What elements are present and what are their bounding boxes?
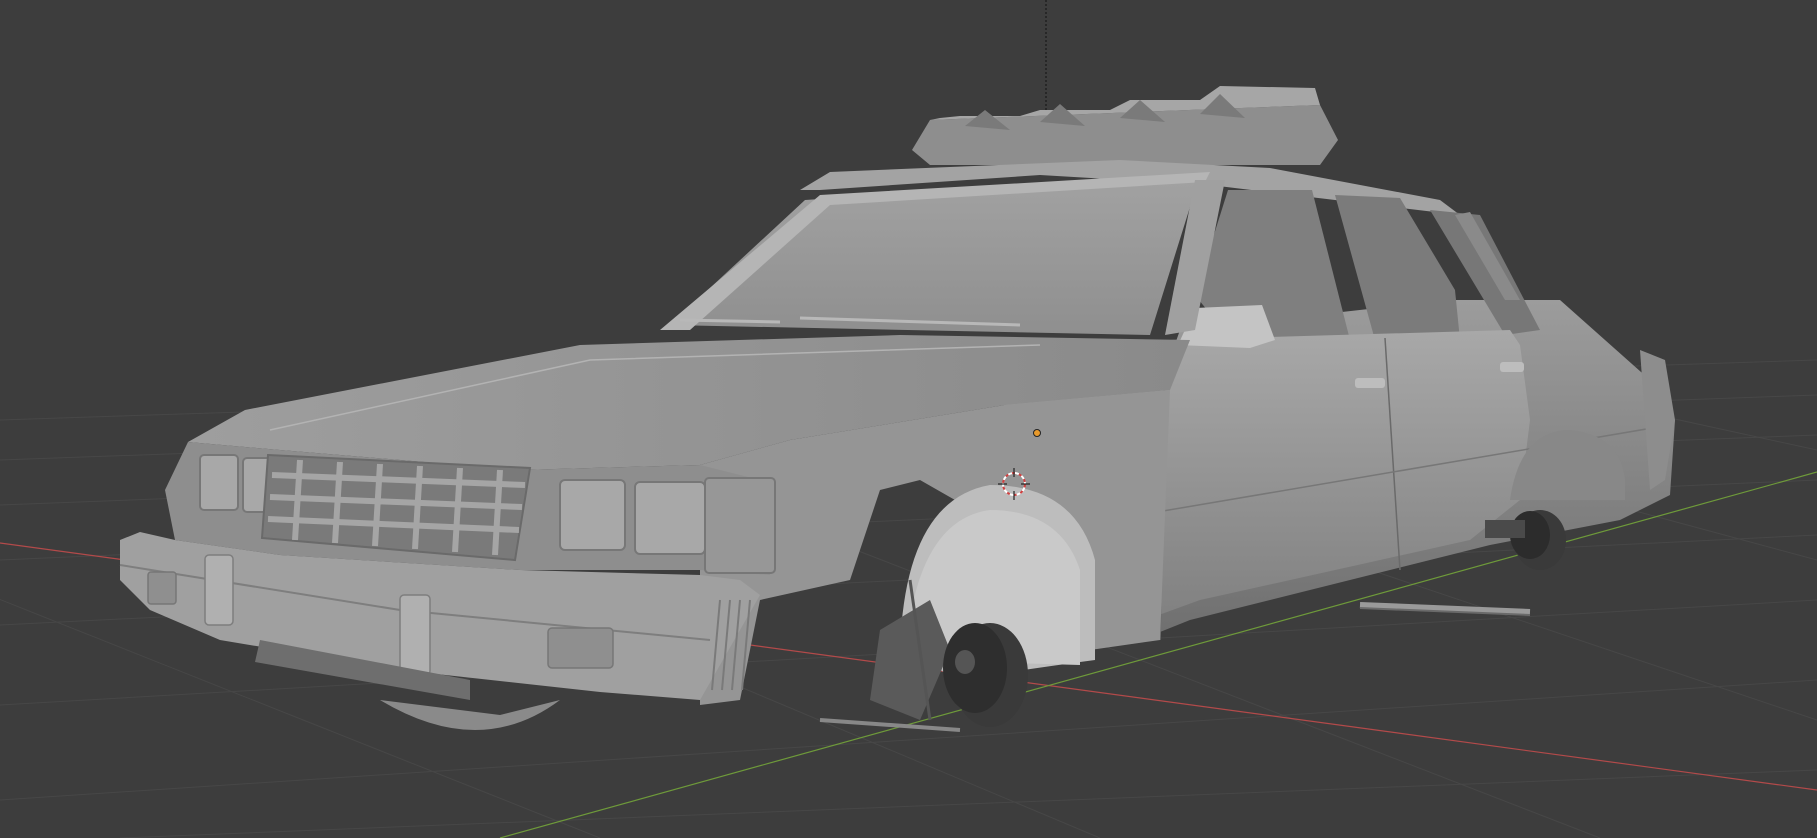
3d-viewport[interactable] [0,0,1817,838]
car-model[interactable] [119,86,1675,732]
front-door-handle [1355,378,1385,388]
viewport-canvas[interactable] [0,0,1817,838]
object-origin-icon[interactable] [1033,429,1041,437]
roof-light-bar [912,86,1338,165]
rear-door-handle [1500,362,1524,372]
